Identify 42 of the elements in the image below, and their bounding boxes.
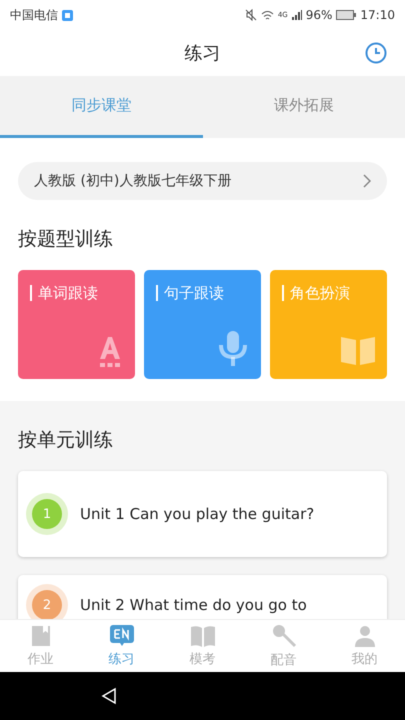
- section-title: 按单元训练: [18, 428, 114, 453]
- tab[interactable]: 课外拓展: [202, 76, 405, 138]
- history-clock-icon[interactable]: [365, 42, 387, 64]
- practice-card[interactable]: 单词跟读: [18, 270, 135, 379]
- battery-icon: [336, 10, 356, 20]
- practice-card[interactable]: 角色扮演: [270, 270, 387, 379]
- clock-time: 17:10: [360, 8, 395, 22]
- nav-tab[interactable]: 模考: [162, 620, 243, 672]
- en-badge-icon: [110, 624, 134, 646]
- mute-icon: [244, 9, 257, 21]
- chevron-right-icon: [363, 174, 371, 188]
- practice-card[interactable]: 句子跟读: [144, 270, 261, 379]
- book-icon: [341, 335, 375, 365]
- card-label: 句子跟读: [156, 285, 224, 301]
- wifi-icon: [260, 10, 274, 20]
- notebook-icon: [30, 624, 50, 646]
- carrier-name: 中国电信: [10, 6, 58, 24]
- unit-card[interactable]: 1 Unit 1 Can you play the guitar?: [18, 471, 387, 557]
- nav-tab[interactable]: 练习: [81, 620, 162, 672]
- unit-number-badge: 2: [32, 590, 62, 619]
- nav-tab[interactable]: 我的: [324, 620, 405, 672]
- card-label: 单词跟读: [30, 285, 98, 301]
- book-icon: [190, 624, 216, 646]
- textbook-selector[interactable]: 人教版 (初中)人教版七年级下册: [18, 162, 387, 200]
- letter-a-icon: [97, 335, 123, 369]
- page-title: 练习: [184, 42, 220, 65]
- section-title: 按题型训练: [18, 227, 114, 252]
- unit-title: Unit 2 What time do you go to: [80, 596, 307, 614]
- card-label: 角色扮演: [282, 285, 350, 301]
- back-icon[interactable]: [100, 687, 118, 705]
- microphone-icon: [272, 624, 296, 648]
- nav-tab[interactable]: 配音: [243, 620, 324, 672]
- unit-number-badge: 1: [32, 499, 62, 529]
- person-icon: [354, 624, 376, 646]
- unit-title: Unit 1 Can you play the guitar?: [80, 505, 314, 523]
- signal-icon: [292, 10, 302, 20]
- textbook-name: 人教版 (初中)人教版七年级下册: [34, 172, 232, 190]
- shield-icon: [62, 10, 73, 20]
- battery-percent: 96%: [306, 8, 332, 22]
- microphone-icon: [219, 331, 247, 367]
- unit-card[interactable]: 2 Unit 2 What time do you go to: [18, 575, 387, 619]
- nav-tab[interactable]: 作业: [0, 620, 81, 672]
